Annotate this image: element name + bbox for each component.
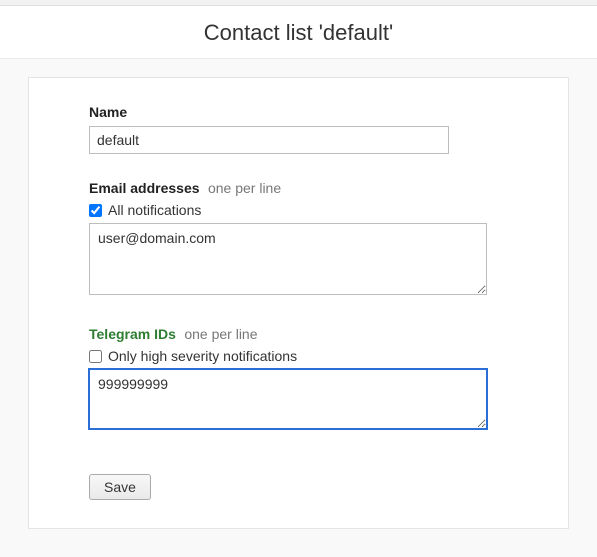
- telegram-hint: one per line: [184, 326, 257, 342]
- telegram-checkbox-row[interactable]: Only high severity notifications: [89, 348, 508, 364]
- save-button[interactable]: Save: [89, 474, 151, 500]
- email-hint: one per line: [208, 180, 281, 196]
- email-label: Email addresses: [89, 180, 200, 196]
- email-field: Email addresses one per line All notific…: [89, 180, 508, 300]
- telegram-checkbox-label: Only high severity notifications: [108, 348, 297, 364]
- telegram-label: Telegram IDs: [89, 326, 176, 342]
- page-header: Contact list 'default': [0, 6, 597, 59]
- page-title: Contact list 'default': [0, 20, 597, 46]
- telegram-textarea[interactable]: [89, 369, 487, 429]
- telegram-label-row: Telegram IDs one per line: [89, 326, 508, 344]
- email-all-notifications-checkbox[interactable]: [89, 204, 102, 217]
- email-checkbox-row[interactable]: All notifications: [89, 202, 508, 218]
- name-label: Name: [89, 104, 127, 120]
- email-checkbox-label: All notifications: [108, 202, 201, 218]
- name-field: Name: [89, 104, 508, 154]
- content-wrapper: Name Email addresses one per line All no…: [0, 59, 597, 547]
- email-textarea[interactable]: [89, 223, 487, 295]
- email-label-row: Email addresses one per line: [89, 180, 508, 198]
- name-label-row: Name: [89, 104, 508, 122]
- telegram-field: Telegram IDs one per line Only high seve…: [89, 326, 508, 434]
- name-input[interactable]: [89, 126, 449, 154]
- telegram-high-severity-checkbox[interactable]: [89, 350, 102, 363]
- form-card: Name Email addresses one per line All no…: [28, 77, 569, 529]
